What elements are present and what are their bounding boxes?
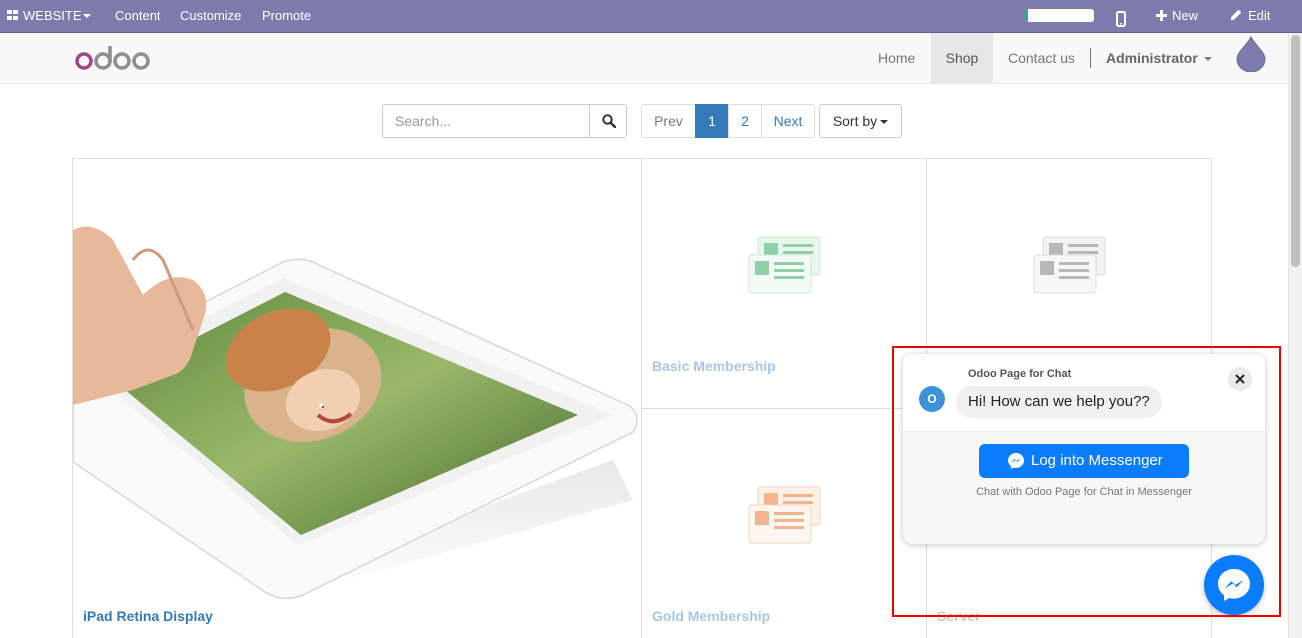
pager-page-1[interactable]: 1 (695, 104, 729, 138)
progress-bar (1025, 9, 1094, 22)
ipad-product-image[interactable] (73, 200, 641, 600)
chevron-down-icon (83, 14, 91, 18)
user-menu[interactable]: Administrator (1106, 33, 1212, 83)
mobile-phone-icon (1116, 11, 1126, 27)
product-name-basic-membership[interactable]: Basic Membership (652, 358, 776, 374)
promote-menu[interactable]: Promote (262, 0, 311, 32)
pager-page-2[interactable]: 2 (728, 104, 762, 138)
plus-icon (1156, 10, 1167, 21)
sort-by-dropdown[interactable]: Sort by (819, 104, 902, 138)
scrollbar-thumb[interactable] (1291, 35, 1300, 267)
content-menu[interactable]: Content (115, 0, 161, 32)
gold-membership-image[interactable] (748, 485, 823, 545)
grid-border-top (72, 158, 1212, 159)
search-icon (602, 114, 616, 128)
website-admin-bar: WEBSITE Content Customize Promote New Ed… (0, 0, 1302, 33)
search-input[interactable] (383, 105, 589, 137)
new-label: New (1172, 8, 1199, 23)
site-header: odoo Home Shop Contact us Administrator (0, 33, 1288, 84)
chevron-down-icon (1203, 57, 1212, 62)
grid-divider (641, 158, 642, 638)
user-name: Administrator (1106, 50, 1198, 66)
edit-button[interactable]: Edit (1230, 0, 1270, 32)
nav-home[interactable]: Home (863, 33, 930, 83)
page-scrollbar[interactable] (1288, 33, 1302, 638)
pencil-icon (1230, 9, 1242, 21)
nav-divider (1090, 48, 1091, 68)
chevron-down-icon (880, 120, 889, 125)
website-menu[interactable]: WEBSITE (0, 0, 102, 32)
product-name-gold-membership[interactable]: Gold Membership (652, 608, 770, 624)
edit-label: Edit (1248, 8, 1271, 23)
product-name-ipad[interactable]: iPad Retina Display (83, 608, 213, 624)
pager-next[interactable]: Next (761, 104, 815, 138)
website-menu-label: WEBSITE (23, 8, 82, 23)
customize-menu[interactable]: Customize (180, 0, 241, 32)
progress-fill (1025, 9, 1029, 22)
nav-contact[interactable]: Contact us (1008, 33, 1075, 83)
search-button[interactable] (589, 105, 626, 137)
droplet-icon (1236, 36, 1266, 72)
apps-grid-icon (7, 10, 19, 21)
membership-image-gray[interactable] (1033, 235, 1108, 295)
pager-prev[interactable]: Prev (641, 104, 696, 138)
sort-by-label: Sort by (832, 113, 878, 129)
nav-shop[interactable]: Shop (931, 33, 993, 83)
new-button[interactable]: New (1156, 0, 1198, 32)
mobile-preview-button[interactable] (1116, 7, 1130, 27)
basic-membership-image[interactable] (748, 235, 823, 295)
product-search (382, 104, 627, 138)
odoo-logo[interactable]: odoo (75, 43, 151, 73)
highlight-box (892, 346, 1281, 617)
